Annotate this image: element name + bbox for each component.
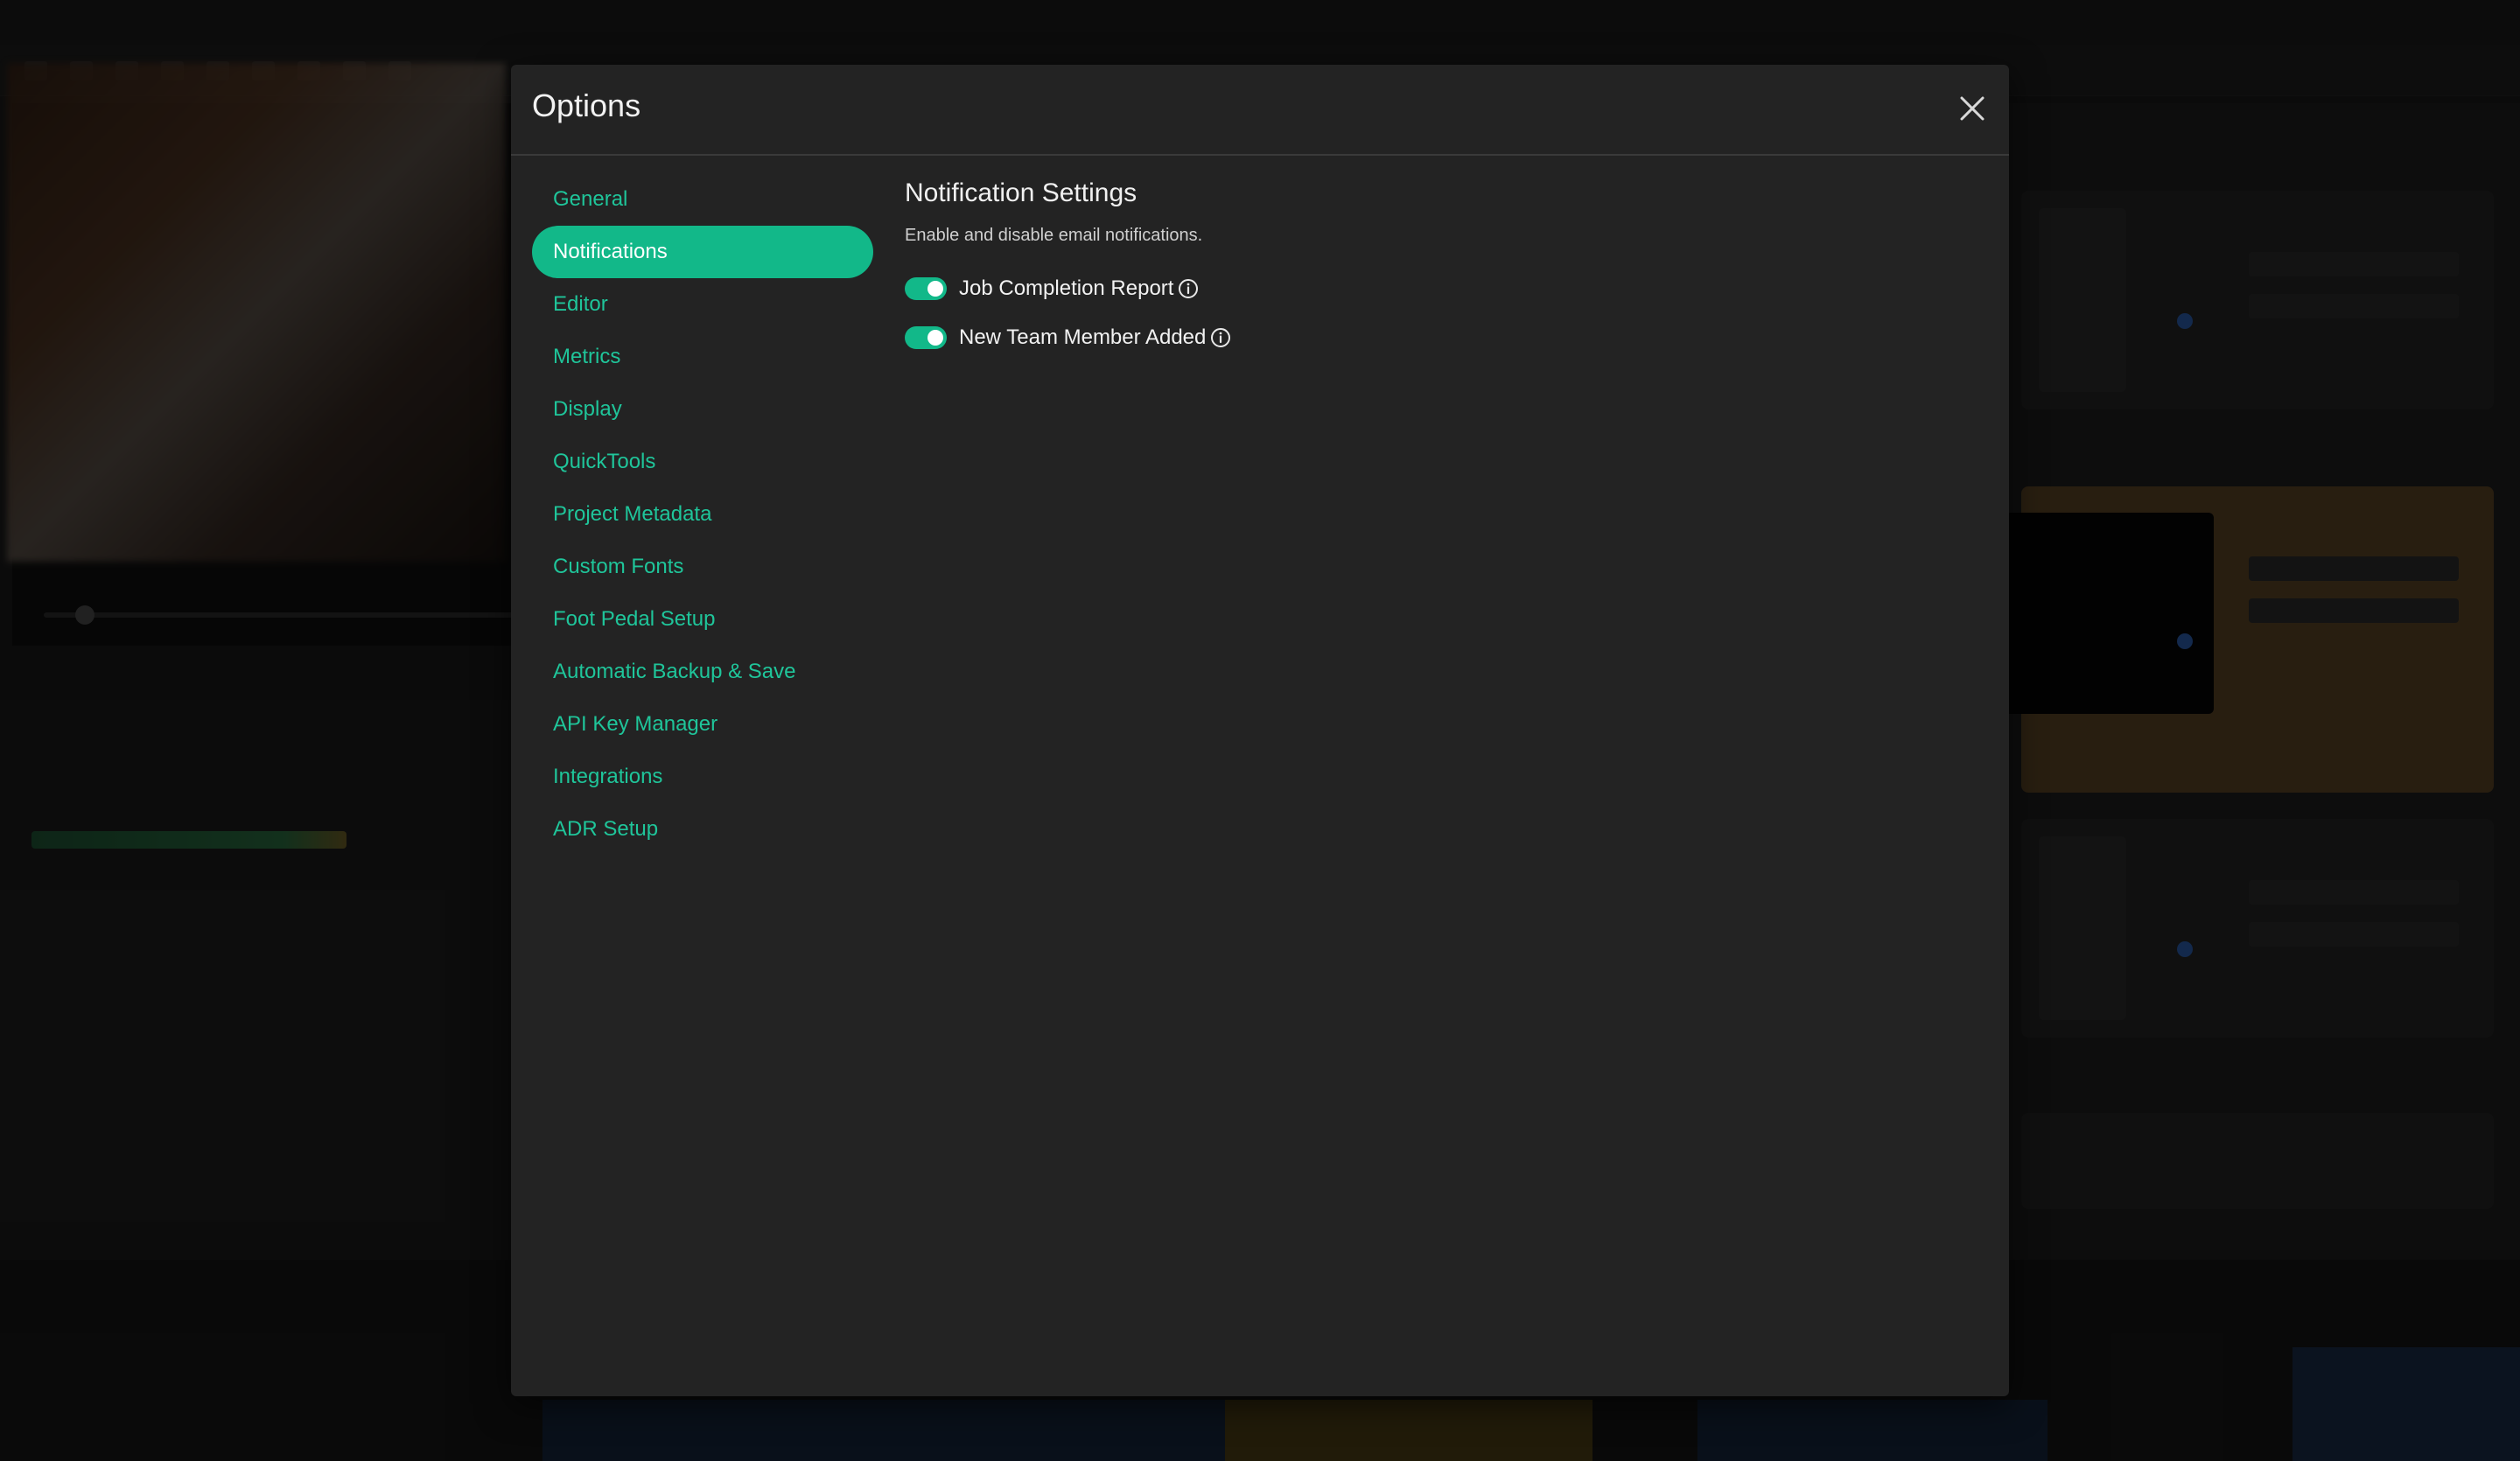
close-icon <box>1960 96 1984 121</box>
nav-item-project-metadata[interactable]: Project Metadata <box>532 488 873 541</box>
options-dialog: Options General Notifications Editor Met… <box>511 65 2009 1396</box>
nav-item-general[interactable]: General <box>532 173 873 226</box>
nav-item-api-key-manager[interactable]: API Key Manager <box>532 698 873 751</box>
nav-item-notifications[interactable]: Notifications <box>532 226 873 278</box>
section-heading: Notification Settings <box>905 178 1138 207</box>
section-description: Enable and disable email notifications. <box>905 226 1203 245</box>
notification-settings-panel: Notification Settings Enable and disable… <box>905 173 1955 355</box>
nav-item-integrations[interactable]: Integrations <box>532 751 873 803</box>
dialog-header: Options <box>511 65 2009 156</box>
options-nav: General Notifications Editor Metrics Dis… <box>532 173 873 856</box>
toggle-label: Job Completion Report <box>959 276 1174 300</box>
job-completion-toggle[interactable] <box>905 277 947 300</box>
info-icon[interactable] <box>1209 326 1232 349</box>
nav-item-editor[interactable]: Editor <box>532 278 873 331</box>
nav-item-metrics[interactable]: Metrics <box>532 331 873 383</box>
nav-item-adr-setup[interactable]: ADR Setup <box>532 803 873 856</box>
nav-item-display[interactable]: Display <box>532 383 873 436</box>
new-team-member-toggle[interactable] <box>905 326 947 349</box>
toggle-label: New Team Member Added <box>959 325 1207 349</box>
nav-item-automatic-backup[interactable]: Automatic Backup & Save <box>532 646 873 698</box>
toggle-row-new-team-member: New Team Member Added <box>905 320 1955 355</box>
nav-item-custom-fonts[interactable]: Custom Fonts <box>532 541 873 593</box>
toggle-row-job-completion: Job Completion Report <box>905 271 1955 306</box>
info-icon[interactable] <box>1177 277 1200 300</box>
nav-item-foot-pedal-setup[interactable]: Foot Pedal Setup <box>532 593 873 646</box>
dialog-title: Options <box>532 87 641 123</box>
nav-item-quicktools[interactable]: QuickTools <box>532 436 873 488</box>
close-button[interactable] <box>1955 91 1990 126</box>
